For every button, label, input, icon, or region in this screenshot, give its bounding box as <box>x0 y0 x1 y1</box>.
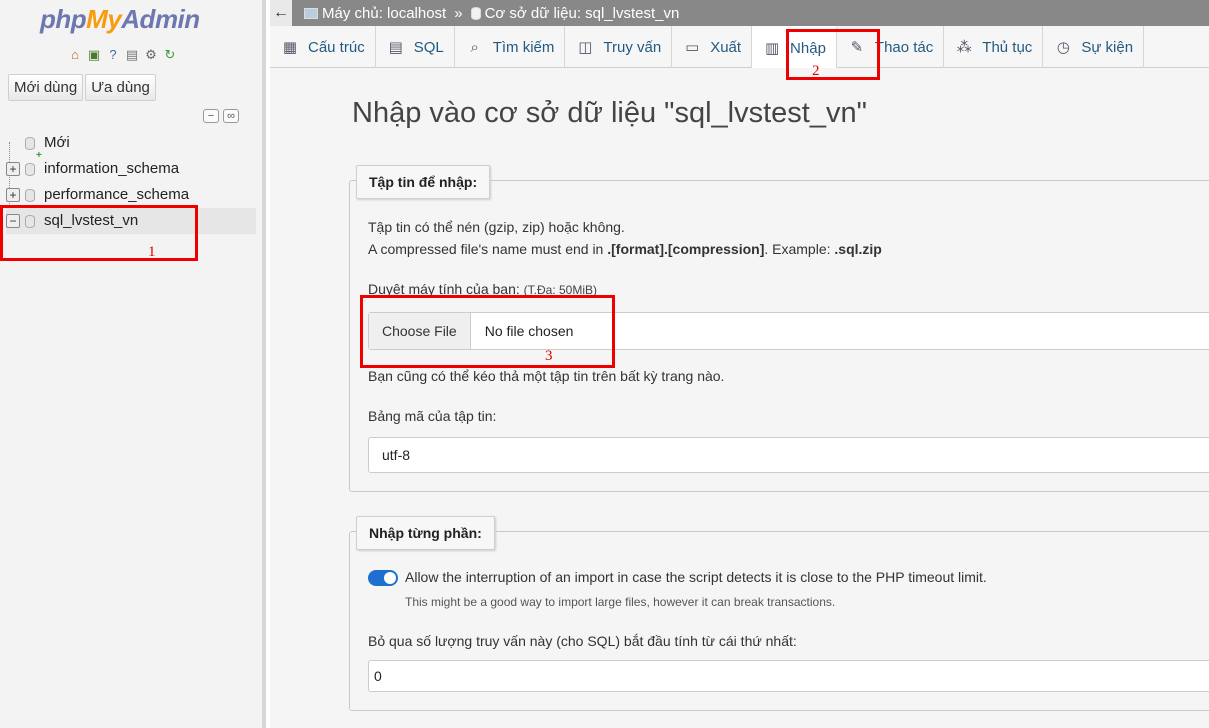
tab-label: Sự kiện <box>1081 38 1134 56</box>
help-icon[interactable]: ? <box>105 47 121 63</box>
tab-events[interactable]: ◷ Sự kiện <box>1043 26 1145 68</box>
tree-controls: − ∞ <box>203 109 239 123</box>
allow-interrupt-hint: This might be a good way to import large… <box>405 595 836 609</box>
breadcrumb-server[interactable]: Máy chủ: localhost <box>304 5 446 22</box>
nav-icon-bar: ⌂ ▣ ? ▤ ⚙ ↻ <box>67 47 178 63</box>
expand-icon[interactable]: + <box>6 162 20 176</box>
tab-structure[interactable]: ▦ Cấu trúc <box>270 26 376 68</box>
annotation-number-3: 3 <box>545 348 553 364</box>
allow-interrupt-toggle[interactable] <box>368 570 398 586</box>
toggle-knob <box>384 572 396 584</box>
logo-my: My <box>86 4 122 34</box>
page-title: Nhập vào cơ sở dữ liệu "sql_lvstest_vn" <box>352 97 867 129</box>
drag-drop-note: Bạn cũng có thể kéo thả một tập tin trên… <box>368 368 725 384</box>
tab-routines[interactable]: ⁂ Thủ tục <box>944 26 1044 68</box>
link-icon[interactable]: ∞ <box>223 109 239 123</box>
tab-sql[interactable]: ▤ SQL <box>376 26 455 68</box>
filename-note-format: .[format].[compression] <box>607 241 765 257</box>
filename-note-prefix: A compressed file's name must end in <box>368 241 608 257</box>
database-icon <box>25 188 35 202</box>
annotation-box-2 <box>786 29 880 80</box>
tab-export[interactable]: ▭ Xuất <box>672 26 753 68</box>
tab-label: Thao tác <box>874 38 934 56</box>
sql-icon: ▤ <box>388 39 403 56</box>
annotation-number-2: 2 <box>812 63 820 79</box>
tab-label: Xuất <box>710 38 742 56</box>
expand-icon[interactable]: + <box>6 188 20 202</box>
database-icon <box>25 162 35 176</box>
skip-queries-value: 0 <box>374 668 382 684</box>
main-content: Nhập vào cơ sở dữ liệu "sql_lvstest_vn" … <box>270 68 1209 728</box>
filename-note: A compressed file's name must end in .[f… <box>368 241 882 257</box>
search-icon: ⌕ <box>470 38 479 56</box>
routines-icon: ⁂ <box>956 39 972 56</box>
tree-item-information-schema[interactable]: + information_schema <box>6 156 256 182</box>
filename-note-mid: . Example: <box>764 241 835 257</box>
tree-item-label: Mới <box>44 134 70 151</box>
tab-label: Cấu trúc <box>308 38 365 56</box>
breadcrumb-database-label: Cơ sở dữ liệu: sql_lvstest_vn <box>484 4 680 22</box>
breadcrumb: ← Máy chủ: localhost » Cơ sở dữ liệu: sq… <box>270 0 1209 26</box>
tab-label: Tìm kiếm <box>492 38 555 56</box>
db-tabs: ▦ Cấu trúc ▤ SQL ⌕ Tìm kiếm ◫ Truy vấn ▭ Xuất… <box>270 26 1209 68</box>
annotation-number-1: 1 <box>148 244 156 260</box>
query-icon: ◫ <box>578 39 593 56</box>
filename-note-example: .sql.zip <box>834 241 882 257</box>
tab-label: SQL <box>413 38 444 56</box>
logo-admin: Admin <box>121 4 200 34</box>
annotation-box-1 <box>0 205 198 261</box>
reload-icon[interactable]: ↻ <box>162 47 178 63</box>
settings-icon[interactable]: ⚙ <box>143 47 159 63</box>
charset-select[interactable]: utf-8 <box>368 437 1209 473</box>
phpmyadmin-logo[interactable]: phpMyAdmin <box>40 4 200 35</box>
tab-label: Thủ tục <box>982 38 1033 56</box>
charset-label: Bảng mã của tập tin: <box>368 408 497 424</box>
tree-item-label: information_schema <box>44 160 180 177</box>
exit-icon[interactable]: ▣ <box>86 47 102 63</box>
charset-selected-value: utf-8 <box>382 447 411 463</box>
logo-php: php <box>40 4 87 34</box>
home-icon[interactable]: ⌂ <box>67 47 83 63</box>
skip-queries-label: Bỏ qua số lượng truy vấn này (cho SQL) b… <box>368 633 797 649</box>
breadcrumb-separator: » <box>454 4 463 22</box>
tab-search[interactable]: ⌕ Tìm kiếm <box>455 26 566 68</box>
back-arrow-icon[interactable]: ← <box>270 0 292 26</box>
import-icon: ▥ <box>764 40 780 57</box>
file-section-legend: Tập tin để nhập: <box>356 165 491 199</box>
recent-tab[interactable]: Mới dùng <box>8 74 84 101</box>
tab-label: Truy vấn <box>603 38 662 56</box>
tab-query[interactable]: ◫ Truy vấn <box>565 26 673 68</box>
export-icon: ▭ <box>685 39 700 56</box>
events-icon: ◷ <box>1056 39 1070 56</box>
server-icon <box>304 7 318 19</box>
database-icon <box>470 6 481 20</box>
tree-item-new[interactable]: + Mới <box>6 130 256 161</box>
collapse-all-icon[interactable]: − <box>203 109 219 123</box>
favorites-tab[interactable]: Ưa dùng <box>85 74 156 101</box>
allow-interrupt-label: Allow the interruption of an import in c… <box>405 569 987 585</box>
skip-queries-input[interactable]: 0 <box>368 660 1209 692</box>
partial-section-legend: Nhập từng phần: <box>356 516 495 550</box>
breadcrumb-database[interactable]: Cơ sở dữ liệu: sql_lvstest_vn <box>470 4 680 22</box>
compression-note: Tập tin có thể nén (gzip, zip) hoặc khôn… <box>368 219 625 235</box>
navigation-panel: phpMyAdmin ⌂ ▣ ? ▤ ⚙ ↻ Mới dùng Ưa dùng … <box>0 0 266 728</box>
nav-tabs: Mới dùng Ưa dùng <box>8 74 156 101</box>
breadcrumb-server-label: Máy chủ: localhost <box>322 4 447 22</box>
annotation-box-3 <box>360 295 615 368</box>
docs-icon[interactable]: ▤ <box>124 47 140 63</box>
new-database-icon <box>25 136 35 150</box>
structure-icon: ▦ <box>282 39 298 56</box>
partial-import-section: Nhập từng phần: Allow the interruption o… <box>349 516 1209 711</box>
